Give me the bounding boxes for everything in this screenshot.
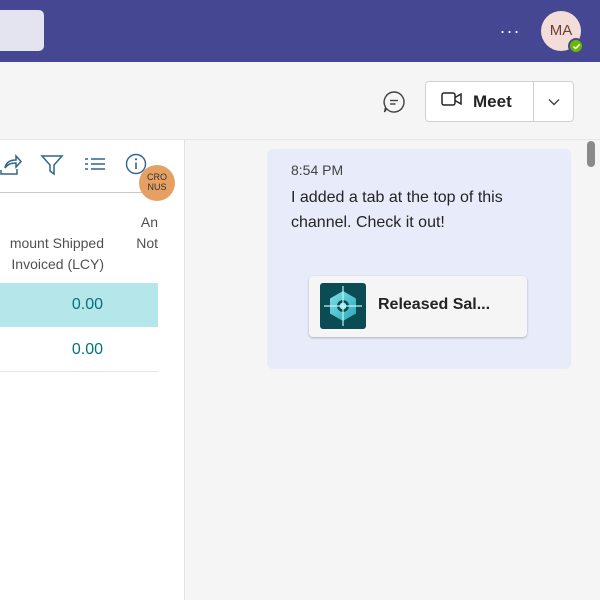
list-toolbar: [0, 152, 160, 184]
message-bubble[interactable]: 8:54 PM I added a tab at the top of this…: [267, 149, 571, 369]
share-icon[interactable]: [0, 152, 24, 178]
chevron-down-icon: [548, 93, 560, 111]
amount-cell: 0.00: [71, 296, 103, 313]
conversation-icon[interactable]: [381, 89, 407, 115]
avatar-initials: MA: [549, 22, 573, 39]
search-input[interactable]: [0, 10, 44, 51]
meet-label: Meet: [473, 91, 512, 111]
teams-window: ··· MA Meet CRO NUS mount Shipped Invoic…: [0, 0, 600, 600]
scrollbar-thumb[interactable]: [587, 141, 595, 167]
presence-available-icon: [568, 38, 584, 54]
message-text: I added a tab at the top of this channel…: [291, 189, 503, 231]
more-options-button[interactable]: ···: [496, 17, 524, 45]
tab-content-panel: CRO NUS mount Shipped Invoiced (LCY) An …: [0, 140, 185, 600]
conversation-pane: 8:54 PM I added a tab at the top of this…: [186, 141, 600, 600]
column-header-amount-shipped[interactable]: mount Shipped Invoiced (LCY): [0, 233, 104, 275]
video-camera-icon: [441, 91, 463, 112]
company-badge[interactable]: CRO NUS: [139, 165, 175, 201]
meet-button[interactable]: Meet: [426, 82, 534, 121]
column-header-line: Not: [136, 235, 158, 251]
filter-icon[interactable]: [39, 152, 65, 178]
column-header-line: Invoiced (LCY): [11, 256, 104, 272]
list-view-icon[interactable]: [82, 152, 108, 178]
table-row[interactable]: 0.00: [0, 283, 158, 327]
column-header-line: mount Shipped: [9, 235, 104, 251]
tab-card-label: Released Sal...: [378, 296, 491, 313]
column-header-next[interactable]: An Not: [116, 212, 158, 254]
message-timestamp: 8:54 PM: [291, 162, 344, 178]
user-avatar[interactable]: MA: [541, 11, 584, 54]
business-central-icon: [320, 283, 366, 329]
channel-header: Meet: [0, 62, 600, 140]
column-header-line: An: [140, 214, 158, 230]
amount-cell: 0.00: [71, 341, 103, 358]
meet-button-group: Meet: [425, 81, 574, 122]
top-bar: ··· MA: [0, 0, 600, 62]
tab-card[interactable]: Released Sal...: [309, 276, 527, 337]
table-row[interactable]: 0.00: [0, 328, 158, 372]
company-badge-text: CRO NUS: [147, 172, 167, 192]
meet-options-button[interactable]: [534, 82, 574, 121]
toolbar-divider: [0, 192, 158, 193]
